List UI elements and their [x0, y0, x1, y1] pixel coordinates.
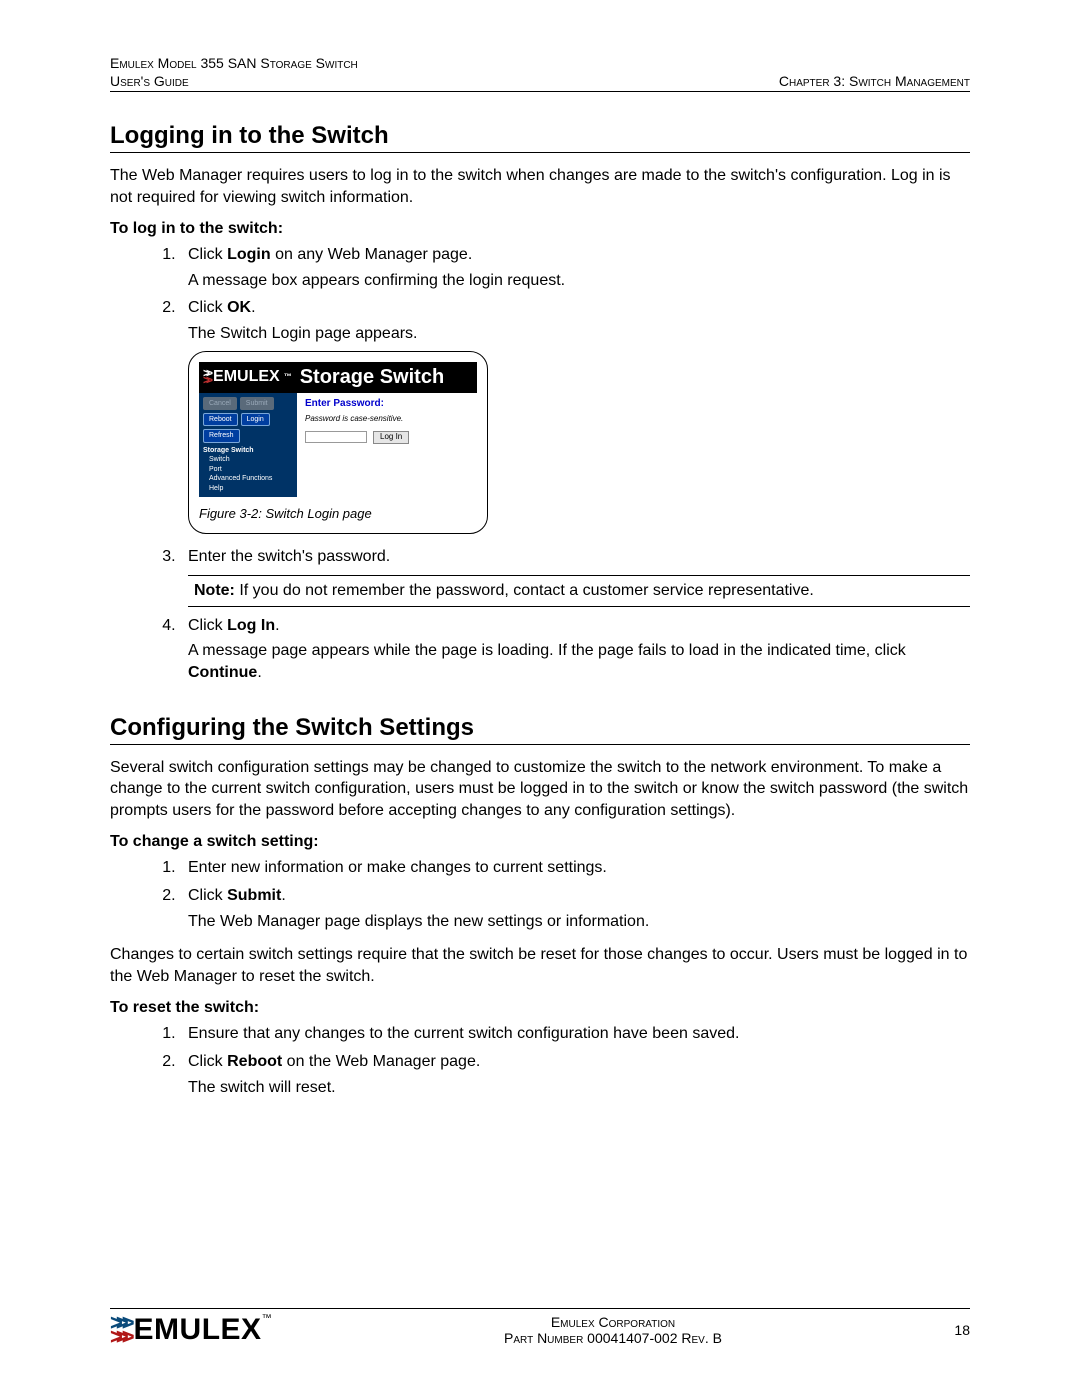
reset-step-2: Click Reboot on the Web Manager page. Th…: [180, 1051, 970, 1098]
figure-tree-switch[interactable]: Switch: [209, 455, 293, 464]
header-chapter: Chapter 3: Switch Management: [779, 73, 970, 89]
figure-tree-adv[interactable]: Advanced Functions: [209, 474, 293, 483]
footer-page-number: 18: [954, 1322, 970, 1338]
figure-app-header: >> >> EMULEX™ Storage Switch: [199, 362, 477, 393]
figure-login-button[interactable]: Login: [241, 413, 270, 426]
reset-step-1: Ensure that any changes to the current s…: [180, 1023, 970, 1045]
footer-corp: Emulex Corporation: [504, 1314, 722, 1330]
login-step-4: Click Log In. A message page appears whi…: [180, 615, 970, 684]
section-logging-in-title: Logging in to the Switch: [110, 122, 970, 153]
figure-reboot-button[interactable]: Reboot: [203, 413, 238, 426]
login-step-3: Enter the switch's password. Note: If yo…: [180, 546, 970, 607]
change-steps: Enter new information or make changes to…: [110, 857, 970, 932]
figure-login-submit-button[interactable]: Log In: [373, 431, 409, 444]
password-note-box: Note: If you do not remember the passwor…: [188, 575, 970, 607]
figure-switch-login: >> >> EMULEX™ Storage Switch Cancel Subm…: [188, 351, 488, 534]
header-product: Emulex Model 355 SAN Storage Switch: [110, 55, 358, 71]
figure-caption: Figure 3-2: Switch Login page: [199, 505, 477, 523]
section-config-title: Configuring the Switch Settings: [110, 714, 970, 745]
figure-tree-root[interactable]: Storage Switch: [203, 446, 293, 455]
figure-password-note: Password is case-sensitive.: [305, 414, 469, 425]
footer-logo: >>> >>> EMULEX™: [110, 1313, 272, 1347]
change-step-1: Enter new information or make changes to…: [180, 857, 970, 879]
proc-login-heading: To log in to the switch:: [110, 220, 970, 238]
figure-enter-password-label: Enter Password:: [305, 397, 469, 411]
page-footer: >>> >>> EMULEX™ Emulex Corporation Part …: [110, 1308, 970, 1347]
figure-nav-panel: Cancel Submit Reboot Login Refresh Stora…: [199, 393, 297, 498]
figure-tree-help[interactable]: Help: [209, 484, 293, 493]
proc-reset-heading: To reset the switch:: [110, 999, 970, 1017]
footer-logo-text: EMULEX: [134, 1313, 262, 1346]
section1-intro: The Web Manager requires users to log in…: [110, 165, 970, 208]
figure-tree-port[interactable]: Port: [209, 465, 293, 474]
login-steps: Click Login on any Web Manager page. A m…: [110, 244, 970, 683]
figure-password-input[interactable]: [305, 431, 367, 443]
section2-mid: Changes to certain switch settings requi…: [110, 944, 970, 987]
change-step-2: Click Submit. The Web Manager page displ…: [180, 885, 970, 932]
reset-steps: Ensure that any changes to the current s…: [110, 1023, 970, 1098]
section2-intro: Several switch configuration settings ma…: [110, 757, 970, 822]
figure-submit-button[interactable]: Submit: [240, 397, 274, 410]
footer-part: Part Number 00041407-002 Rev. B: [504, 1330, 722, 1346]
login-step-2: Click OK. The Switch Login page appears.…: [180, 297, 970, 533]
figure-refresh-button[interactable]: Refresh: [203, 429, 240, 442]
emulex-logo-icon: >>> >>>: [110, 1317, 128, 1342]
login-step-1: Click Login on any Web Manager page. A m…: [180, 244, 970, 291]
proc-change-heading: To change a switch setting:: [110, 833, 970, 851]
figure-cancel-button[interactable]: Cancel: [203, 397, 237, 410]
running-header: Emulex Model 355 SAN Storage Switch User…: [110, 55, 970, 92]
header-guide: User's Guide: [110, 73, 189, 89]
emulex-logo-icon: >> >>: [203, 370, 209, 383]
